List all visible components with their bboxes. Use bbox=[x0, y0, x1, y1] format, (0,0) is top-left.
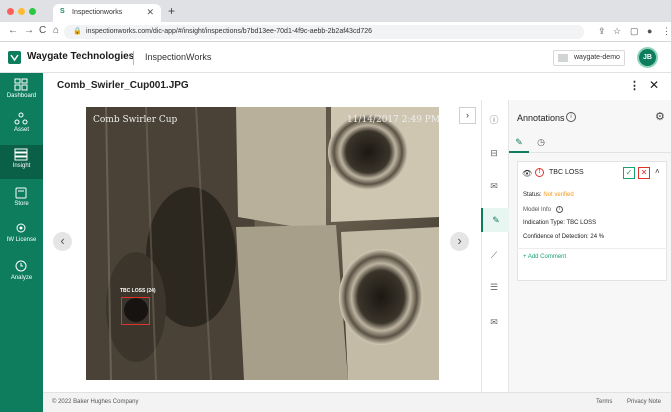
indication-value: TBC LOSS bbox=[566, 220, 597, 226]
more-options-icon[interactable]: ⋮ bbox=[629, 79, 640, 92]
waygate-logo-icon bbox=[8, 51, 21, 64]
sidebar-item-iw-license[interactable]: IW License bbox=[0, 219, 43, 253]
sidebar-item-store[interactable]: Store bbox=[0, 183, 43, 217]
close-icon[interactable]: ✕ bbox=[649, 78, 659, 92]
avatar[interactable]: JB bbox=[637, 47, 658, 68]
close-tab-icon[interactable]: ✕ bbox=[146, 7, 154, 18]
page-title: Comb_Swirler_Cup001.JPG bbox=[57, 80, 189, 91]
model-info-row: Model Info i bbox=[523, 206, 563, 213]
browser-tab-bar: S Inspectionworks ✕ + bbox=[0, 0, 671, 22]
tool-rail bbox=[481, 100, 509, 392]
browser-tab[interactable]: S Inspectionworks ✕ bbox=[53, 4, 161, 22]
annotation-tag-icon[interactable]: ✎ bbox=[481, 208, 509, 232]
info-icon[interactable]: ⓘ bbox=[485, 112, 503, 128]
indication-label: Indication Type: bbox=[523, 220, 565, 226]
add-comment-link[interactable]: + Add Comment bbox=[523, 254, 566, 260]
tab-history-icon[interactable]: ◷ bbox=[531, 133, 551, 153]
url-input[interactable]: 🔒 inspectionworks.com/dic-app/#/insight/… bbox=[64, 25, 584, 39]
visibility-eye-icon[interactable]: 👁 bbox=[522, 169, 532, 178]
measure-icon[interactable]: ⟋ bbox=[485, 247, 503, 263]
status-badge: Not verified bbox=[543, 192, 574, 198]
status-row: Status: Not verified bbox=[523, 192, 574, 198]
favicon-icon: S bbox=[60, 8, 65, 15]
image-timestamp: 11/14/2017 2:49 PM bbox=[347, 115, 441, 125]
analyze-icon bbox=[15, 260, 27, 272]
insight-icon bbox=[14, 148, 28, 161]
confidence-label: Confidence of Detection: bbox=[523, 234, 589, 240]
user-menu[interactable]: waygate-demo bbox=[553, 50, 625, 66]
annotation-name: TBC LOSS bbox=[549, 169, 584, 176]
url-text: inspectionworks.com/dic-app/#/insight/in… bbox=[86, 28, 373, 35]
accept-annotation-button[interactable]: ✓ bbox=[623, 167, 635, 179]
app-header: Waygate Technologies InspectionWorks way… bbox=[0, 42, 671, 73]
share-icon[interactable]: ⇪ bbox=[598, 26, 606, 37]
settings-gear-icon[interactable]: ⚙ bbox=[655, 110, 665, 123]
sidebar-item-label: Analyze bbox=[10, 275, 33, 281]
sidebar-item-label: Asset bbox=[13, 127, 29, 133]
sidebar-item-label: Store bbox=[14, 201, 29, 207]
annotations-info-icon[interactable]: i bbox=[566, 112, 576, 122]
indication-row: Indication Type: TBC LOSS bbox=[523, 220, 596, 226]
previous-image-button[interactable]: ‹ bbox=[53, 232, 72, 251]
model-info-label: Model Info bbox=[523, 207, 552, 214]
terms-link[interactable]: Terms bbox=[596, 399, 612, 405]
sidebar: Dashboard Asset Insight Store IW License… bbox=[0, 73, 43, 412]
collapse-panel-button[interactable]: › bbox=[459, 107, 476, 124]
back-icon[interactable]: ← bbox=[8, 25, 18, 36]
new-tab-button[interactable]: + bbox=[168, 4, 175, 18]
browser-tab-title: Inspectionworks bbox=[72, 9, 123, 16]
dashboard-icon bbox=[14, 78, 28, 91]
asset-icon bbox=[14, 112, 28, 125]
forward-icon[interactable]: → bbox=[24, 25, 34, 36]
next-image-button[interactable]: › bbox=[450, 232, 469, 251]
window-maximize-button[interactable] bbox=[29, 8, 36, 15]
username: waygate-demo bbox=[574, 54, 620, 61]
browser-menu-icon[interactable]: ⋮ bbox=[662, 26, 671, 37]
window-minimize-button[interactable] bbox=[18, 8, 25, 15]
bookmark-star-icon[interactable]: ☆ bbox=[613, 26, 621, 37]
window-close-button[interactable] bbox=[7, 8, 14, 15]
email-icon[interactable]: ✉ bbox=[485, 314, 503, 330]
tab-edit-pencil-icon[interactable]: ✎ bbox=[509, 133, 529, 153]
chevron-up-icon[interactable]: ˄ bbox=[655, 167, 660, 176]
license-icon bbox=[16, 223, 26, 233]
confidence-value: 24 % bbox=[590, 234, 605, 240]
sidebar-item-label: IW License bbox=[6, 237, 37, 243]
brand-name: Waygate Technologies bbox=[27, 51, 135, 62]
home-icon[interactable]: ⌂ bbox=[53, 25, 59, 36]
browser-address-bar: ← → C ⌂ 🔒 inspectionworks.com/dic-app/#/… bbox=[0, 22, 671, 42]
profile-icon[interactable]: ● bbox=[647, 26, 652, 36]
bounding-box[interactable] bbox=[121, 297, 150, 325]
sidepanel-icon[interactable]: ▢ bbox=[630, 26, 639, 37]
user-image-icon bbox=[558, 54, 568, 62]
warning-icon: ! bbox=[535, 168, 544, 177]
inbox-icon[interactable]: ✉ bbox=[485, 178, 503, 194]
sidebar-item-label: Insight bbox=[12, 163, 31, 169]
hierarchy-icon[interactable]: ⊟ bbox=[485, 145, 503, 161]
store-icon bbox=[15, 187, 27, 199]
product-name: InspectionWorks bbox=[145, 52, 212, 62]
annotations-title: Annotations bbox=[517, 113, 565, 123]
notes-icon[interactable]: ☰ bbox=[485, 279, 503, 295]
inspection-image[interactable] bbox=[86, 107, 439, 380]
bounding-box-label: TBC LOSS (24) bbox=[120, 288, 156, 294]
card-divider bbox=[517, 248, 667, 249]
model-info-icon[interactable]: i bbox=[555, 206, 563, 213]
reject-annotation-button[interactable]: ✕ bbox=[638, 167, 650, 179]
sidebar-item-dashboard[interactable]: Dashboard bbox=[0, 75, 43, 109]
sidebar-item-analyze[interactable]: Analyze bbox=[0, 257, 43, 291]
sidebar-item-label: Dashboard bbox=[6, 93, 37, 99]
combustor-photo bbox=[86, 107, 439, 380]
image-caption: Comb Swirler Cup bbox=[93, 115, 178, 125]
sidebar-item-insight[interactable]: Insight bbox=[0, 145, 43, 179]
copyright-text: © 2022 Baker Hughes Company bbox=[52, 399, 139, 405]
reload-icon[interactable]: C bbox=[39, 25, 46, 36]
lock-icon: 🔒 bbox=[73, 28, 82, 35]
status-label: Status: bbox=[523, 192, 542, 198]
sidebar-item-asset[interactable]: Asset bbox=[0, 109, 43, 143]
header-divider bbox=[133, 51, 134, 65]
confidence-row: Confidence of Detection: 24 % bbox=[523, 234, 604, 240]
privacy-link[interactable]: Privacy Note bbox=[627, 399, 661, 405]
